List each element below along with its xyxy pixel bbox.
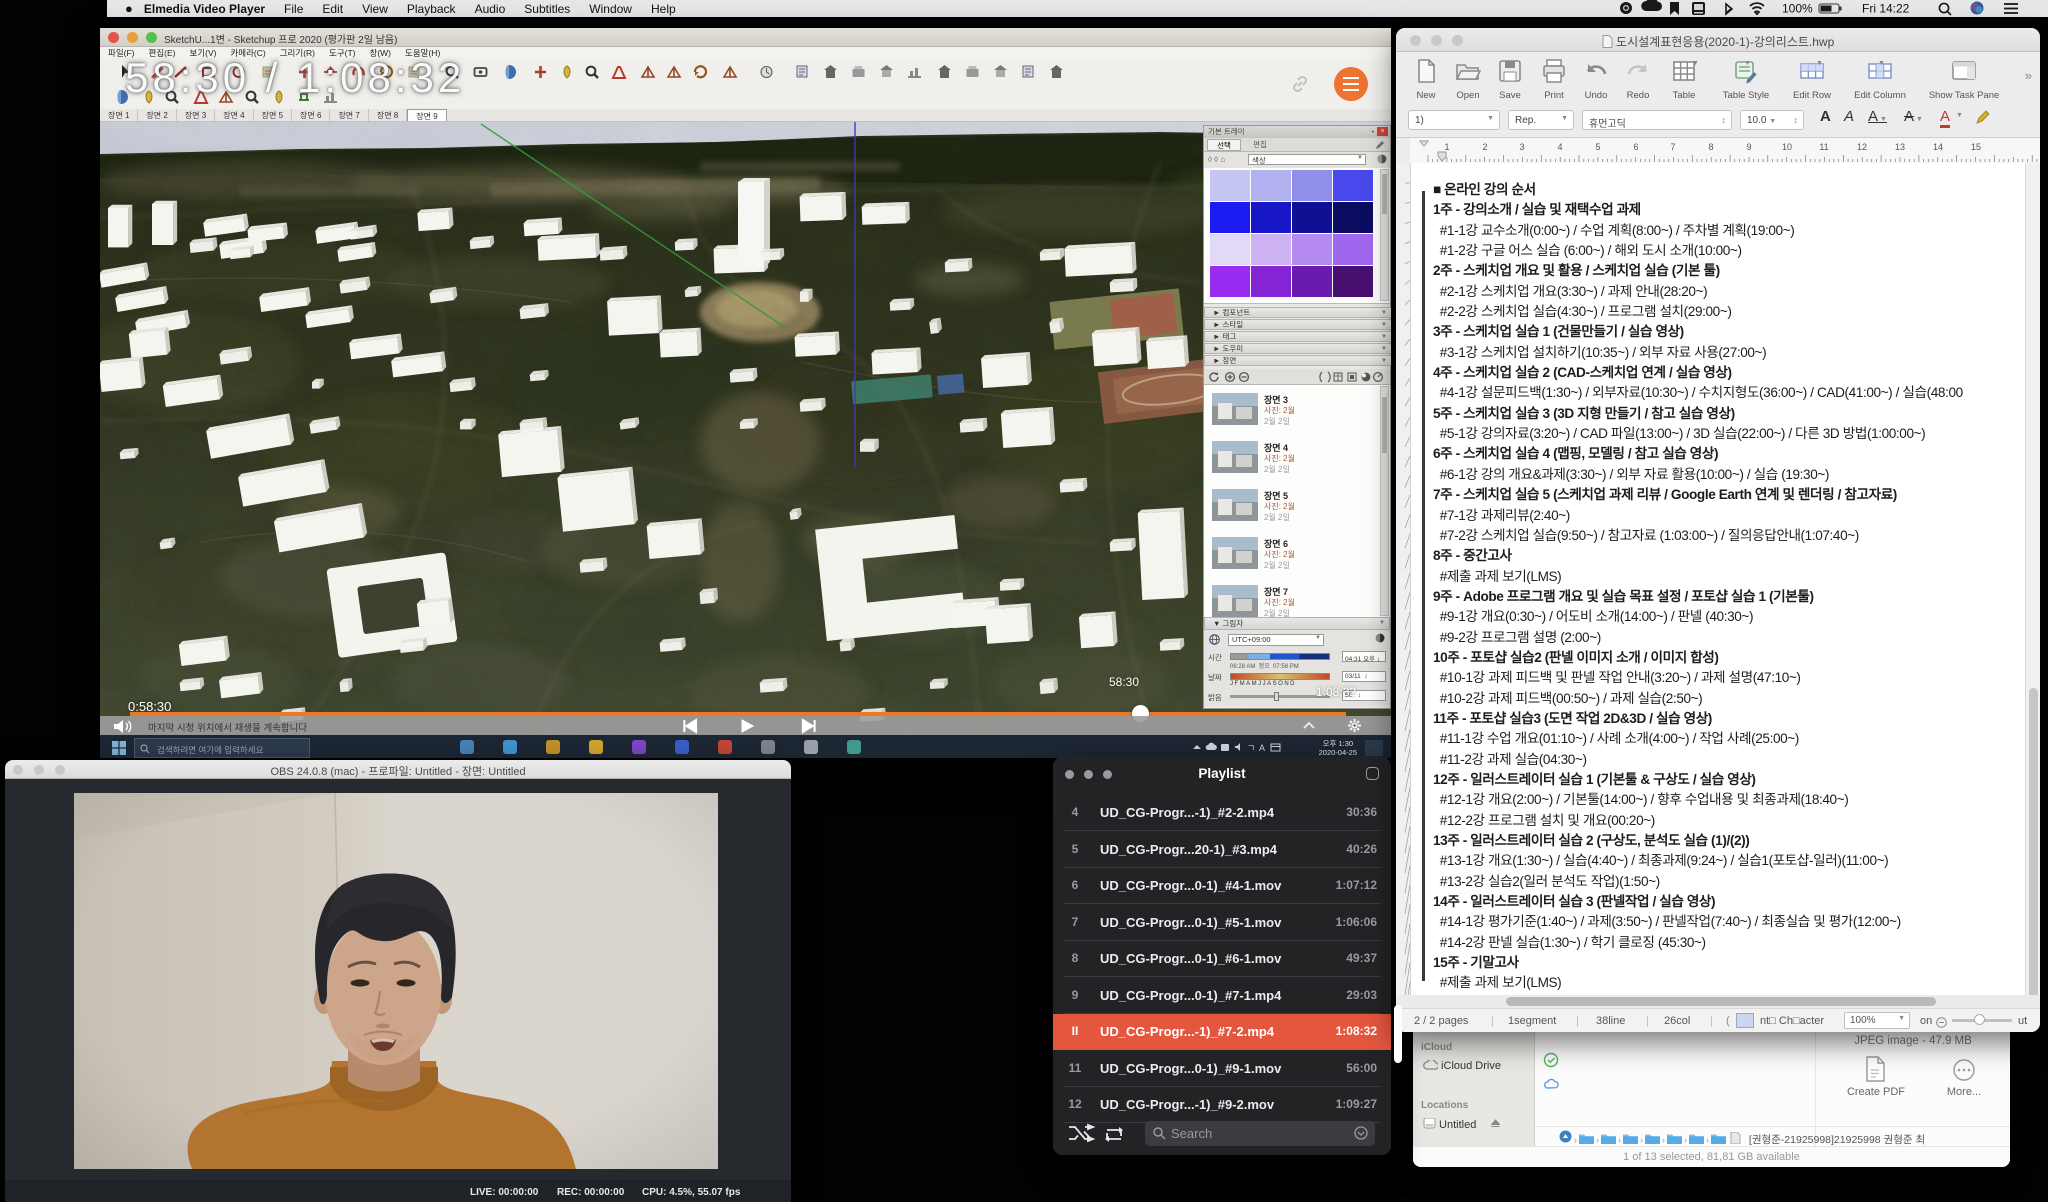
svg-text:100%: 100% [1782, 2, 1813, 16]
svg-text:A: A [1259, 743, 1265, 753]
svg-text:8: 8 [1708, 142, 1713, 152]
svg-text:5: 5 [1595, 142, 1600, 152]
svg-text:12: 12 [1857, 142, 1867, 152]
svg-text:3: 3 [1519, 142, 1524, 152]
svg-text:2: 2 [1482, 142, 1487, 152]
svg-text:10: 10 [1782, 142, 1792, 152]
svg-text:1: 1 [1444, 142, 1449, 152]
svg-text:ㄱ: ㄱ [1247, 743, 1255, 753]
svg-text:13: 13 [1895, 142, 1905, 152]
svg-text:7: 7 [1670, 142, 1675, 152]
svg-text:9: 9 [1746, 142, 1751, 152]
svg-text:15: 15 [1971, 142, 1981, 152]
svg-text:6: 6 [1633, 142, 1638, 152]
svg-text:14: 14 [1933, 142, 1943, 152]
svg-text:Fri 14:22: Fri 14:22 [1862, 2, 1910, 16]
svg-text:11: 11 [1819, 142, 1828, 152]
svg-text:4: 4 [1557, 142, 1562, 152]
